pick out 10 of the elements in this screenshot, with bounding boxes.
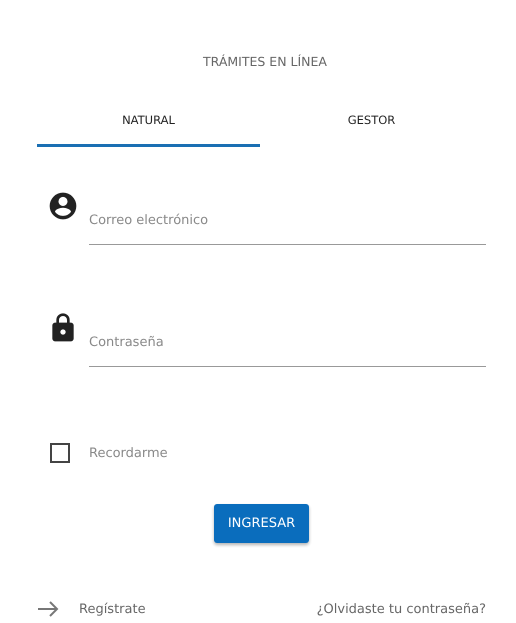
user-icon [47, 190, 79, 222]
tab[interactable]: NATURAL [37, 105, 260, 147]
submit-button[interactable]: INGRESAR [214, 504, 310, 543]
checkbox[interactable] [50, 443, 70, 463]
register-link[interactable]: Regístrate [79, 602, 146, 616]
arrow-icon [37, 601, 59, 617]
forgot-password-link[interactable]: ¿Olvidaste tu contraseña? [316, 602, 486, 616]
checkbox-label: Recordarme [89, 446, 168, 460]
tab[interactable]: GESTOR [260, 105, 483, 147]
page-title: TRÁMITES EN LÍNEA [202, 54, 328, 69]
